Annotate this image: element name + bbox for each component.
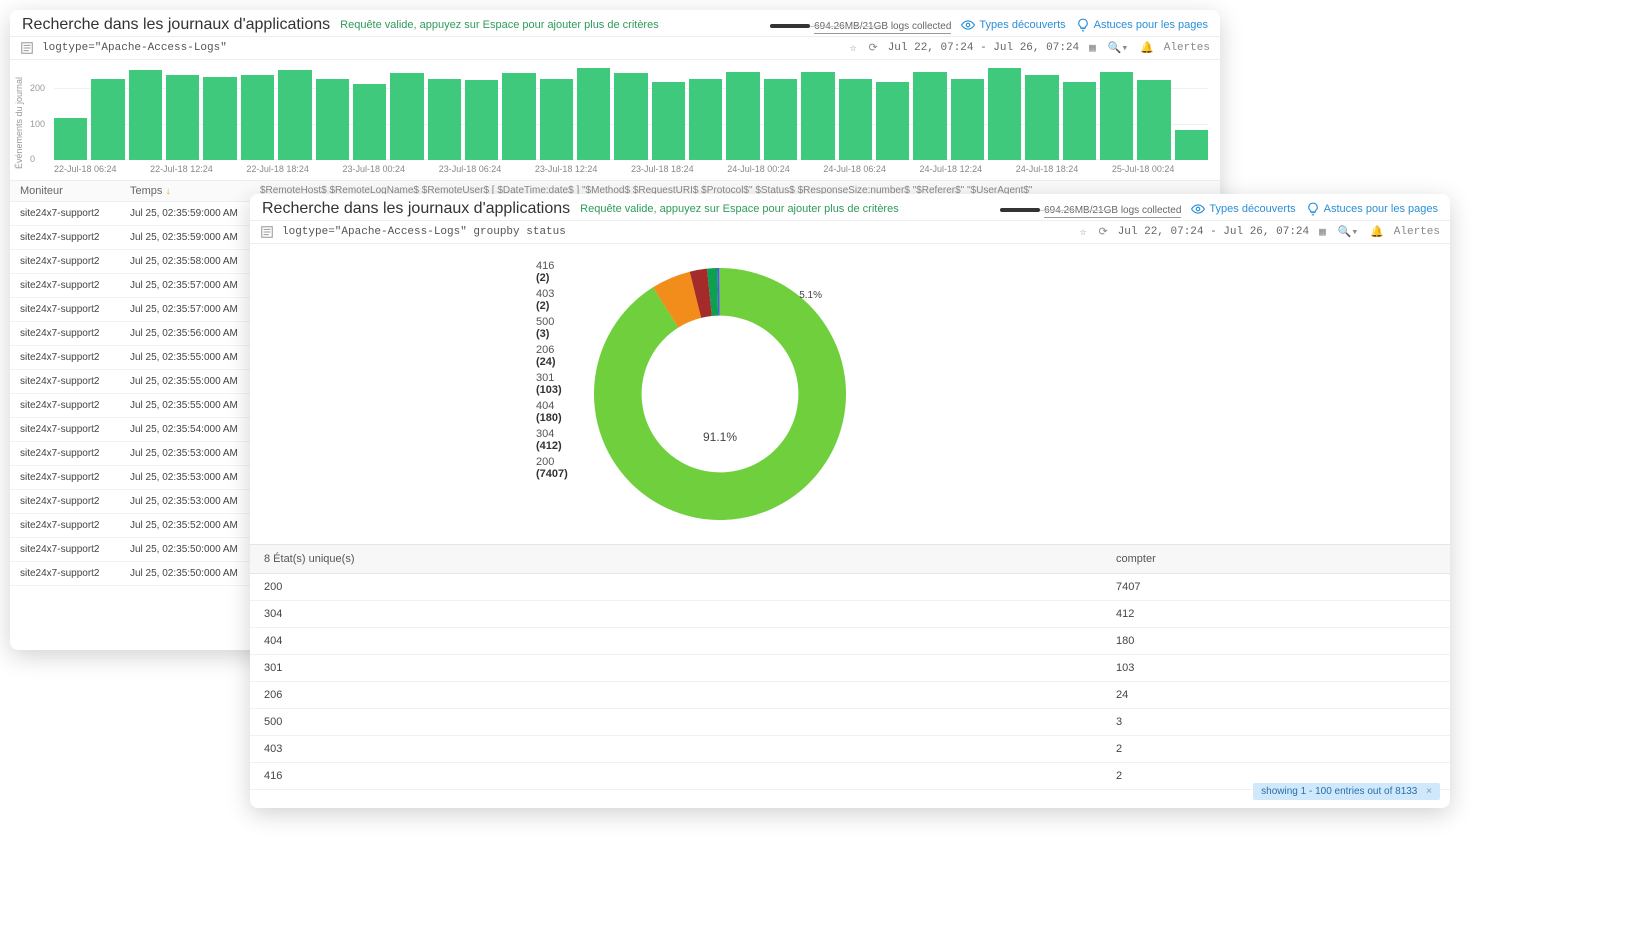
bar[interactable] [577,68,610,160]
y-axis-label: Événements du journal [14,68,24,178]
logs-icon [20,41,34,55]
bar[interactable] [1175,130,1208,160]
bar-chart: 0100200 22-Jul-18 06:2422-Jul-18 12:2422… [24,68,1208,178]
bar[interactable] [316,79,349,160]
bar[interactable] [1025,75,1058,160]
page-title: Recherche dans les journaux d'applicatio… [22,16,330,34]
date-range[interactable]: Jul 22, 07:24 - Jul 26, 07:24 [1118,226,1309,238]
bar[interactable] [614,73,647,160]
logs-collected: 694.26MB/21GB logs collected [1000,202,1181,216]
bar[interactable] [1063,82,1096,160]
table-header: 8 État(s) unique(s) compter [250,545,1450,574]
bar[interactable] [502,73,535,160]
col-monitor[interactable]: Moniteur [20,185,130,197]
bar[interactable] [129,70,162,160]
table-row[interactable]: 404180 [250,628,1450,655]
table-row[interactable]: 304412 [250,601,1450,628]
bar[interactable] [465,80,498,160]
star-icon[interactable]: ☆ [848,41,859,55]
table-row[interactable]: 5003 [250,709,1450,736]
bar[interactable] [951,79,984,160]
discovered-types-link[interactable]: Types découverts [1191,202,1295,216]
query-tools: ☆ ⟳ Jul 22, 07:24 - Jul 26, 07:24 ▦ 🔍▾ 🔔… [1078,225,1440,239]
col-time[interactable]: Temps ↓ [130,185,260,197]
tips-link[interactable]: Astuces pour les pages [1076,18,1208,32]
bar[interactable] [988,68,1021,160]
table-row[interactable]: 301103 [250,655,1450,682]
search-dropdown-icon[interactable]: 🔍▾ [1336,225,1360,239]
col-status[interactable]: 8 État(s) unique(s) [264,553,1116,565]
status-table: 8 État(s) unique(s) compter 200740730441… [250,544,1450,790]
header: Recherche dans les journaux d'applicatio… [250,194,1450,221]
bar[interactable] [839,79,872,160]
bar[interactable] [689,79,722,160]
pagination-note: showing 1 - 100 entries out of 8133 × [1253,783,1440,800]
page-title: Recherche dans les journaux d'applicatio… [262,200,570,218]
query-bar: ☆ ⟳ Jul 22, 07:24 - Jul 26, 07:24 ▦ 🔍▾ 🔔… [250,221,1450,244]
bar[interactable] [764,79,797,160]
bar[interactable] [1137,80,1170,160]
donut-chart: 91.1% 5.1% [580,254,860,534]
query-hint: Requête valide, appuyez sur Espace pour … [580,203,899,215]
query-bar: ☆ ⟳ Jul 22, 07:24 - Jul 26, 07:24 ▦ 🔍▾ 🔔… [10,37,1220,60]
bar[interactable] [390,73,423,160]
discovered-types-link[interactable]: Types découverts [961,18,1065,32]
eye-icon [961,18,975,32]
sort-desc-icon: ↓ [165,186,170,197]
refresh-icon[interactable]: ⟳ [1096,225,1109,239]
bell-icon[interactable]: 🔔 [1138,41,1156,55]
query-tools: ☆ ⟳ Jul 22, 07:24 - Jul 26, 07:24 ▦ 🔍▾ 🔔… [848,41,1210,55]
bar[interactable] [1100,72,1133,160]
logs-icon [260,225,274,239]
lightbulb-icon [1076,18,1090,32]
groupby-panel: Recherche dans les journaux d'applicatio… [250,194,1450,808]
search-dropdown-icon[interactable]: 🔍▾ [1106,41,1130,55]
table-row[interactable]: 20624 [250,682,1450,709]
donut-label-main: 91.1% [703,430,737,444]
date-range[interactable]: Jul 22, 07:24 - Jul 26, 07:24 [888,42,1079,54]
bar[interactable] [652,82,685,160]
bar[interactable] [54,118,87,160]
logs-collected: 694.26MB/21GB logs collected [770,18,951,32]
lightbulb-icon [1306,202,1320,216]
calendar-icon[interactable]: ▦ [1317,225,1328,239]
header: Recherche dans les journaux d'applicatio… [10,10,1220,37]
alerts-label[interactable]: Alertes [1164,42,1210,54]
table-row[interactable]: 4032 [250,736,1450,763]
bar[interactable] [353,84,386,160]
star-icon[interactable]: ☆ [1078,225,1089,239]
query-input[interactable] [282,226,1070,238]
bar[interactable] [203,77,236,160]
tips-link[interactable]: Astuces pour les pages [1306,202,1438,216]
donut-label-small: 5.1% [799,290,822,301]
bar[interactable] [540,79,573,160]
table-row[interactable]: 2007407 [250,574,1450,601]
timeline-chart: Événements du journal 0100200 22-Jul-18 … [10,60,1220,180]
bar[interactable] [913,72,946,160]
bar[interactable] [91,79,124,160]
query-input[interactable] [42,42,840,54]
bar[interactable] [876,82,909,160]
donut-legend: 416 (2)403 (2)500 (3)206 (24)301 (103)40… [270,254,530,484]
bar[interactable] [241,75,274,160]
bar[interactable] [166,75,199,160]
refresh-icon[interactable]: ⟳ [866,41,879,55]
bell-icon[interactable]: 🔔 [1368,225,1386,239]
close-icon[interactable]: × [1426,786,1432,797]
eye-icon [1191,202,1205,216]
calendar-icon[interactable]: ▦ [1087,41,1098,55]
bar[interactable] [726,72,759,160]
col-count[interactable]: compter [1116,553,1436,565]
query-hint: Requête valide, appuyez sur Espace pour … [340,19,659,31]
bar[interactable] [278,70,311,160]
bar[interactable] [801,72,834,160]
donut-area: 416 (2)403 (2)500 (3)206 (24)301 (103)40… [250,244,1450,544]
alerts-label[interactable]: Alertes [1394,226,1440,238]
bar[interactable] [428,79,461,160]
